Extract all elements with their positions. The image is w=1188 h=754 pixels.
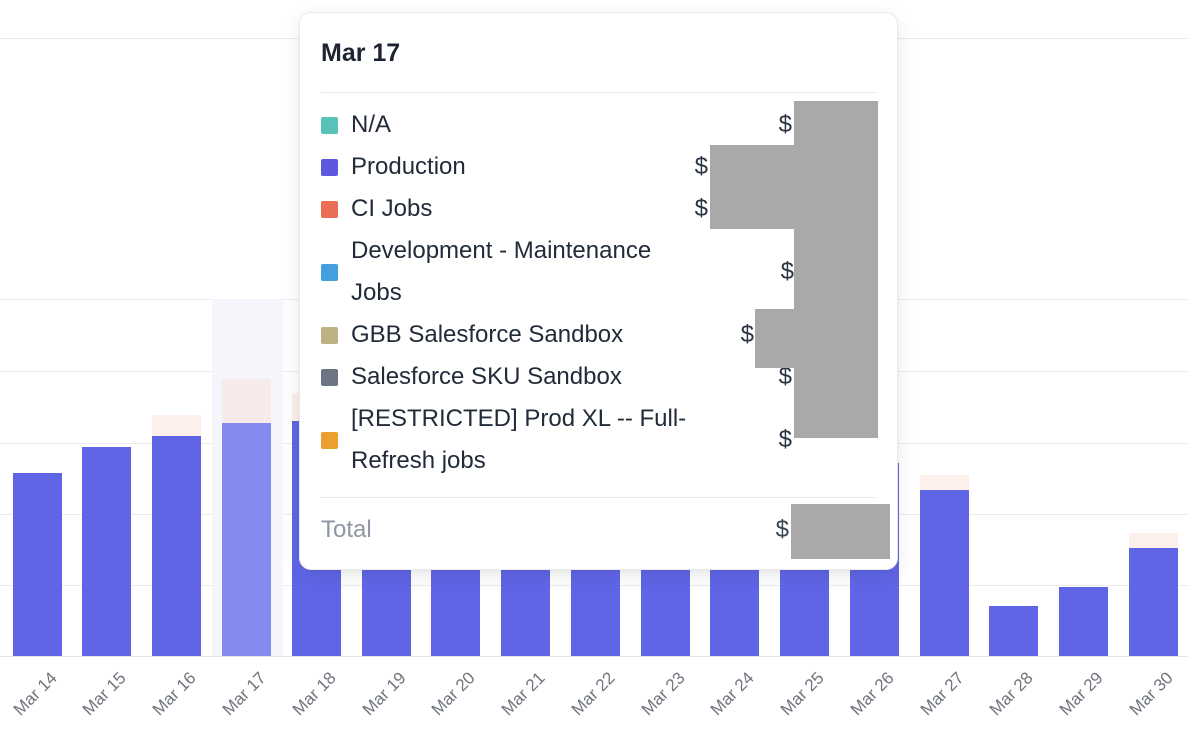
tooltip-row-label: [RESTRICTED] Prod XL -- Full-Refresh job…: [351, 398, 691, 482]
legend-swatch-icon: [321, 264, 338, 281]
bar-mar-23[interactable]: [641, 570, 690, 656]
x-tick-label-mar-17: Mar 17: [220, 669, 270, 719]
x-tick-label-mar-26: Mar 26: [848, 669, 898, 719]
legend-swatch-icon: [321, 117, 338, 134]
legend-swatch-icon: [321, 159, 338, 176]
redacted-value-box: [794, 101, 878, 438]
bar-mar-21[interactable]: [501, 570, 550, 656]
x-tick-label-mar-14: Mar 14: [11, 669, 61, 719]
redacted-value-box: [710, 145, 794, 229]
bar-segment-light-mar-16[interactable]: [152, 415, 201, 436]
x-tick-label-mar-18: Mar 18: [290, 669, 340, 719]
redacted-value-box: [791, 504, 890, 559]
tooltip-row-label: GBB Salesforce Sandbox: [351, 314, 623, 356]
x-tick-label-mar-15: Mar 15: [80, 669, 130, 719]
tooltip-row-label: Production: [351, 146, 466, 188]
tooltip-row-label: Development - Maintenance Jobs: [351, 230, 691, 314]
x-tick-label-mar-21: Mar 21: [499, 669, 549, 719]
bar-mar-29[interactable]: [1059, 587, 1108, 656]
tooltip-divider-total: [321, 497, 876, 498]
tooltip-row: [RESTRICTED] Prod XL -- Full-Refresh job…: [321, 398, 876, 482]
x-tick-label-mar-20: Mar 20: [429, 669, 479, 719]
cost-bar-chart[interactable]: Mar 14 Mar 15 Mar 16 Mar 17 Mar 18 Mar 19 Mar …: [0, 0, 1188, 754]
x-tick-label-mar-19: Mar 19: [360, 669, 410, 719]
bar-mar-22[interactable]: [571, 570, 620, 656]
bar-segment-light-mar-27[interactable]: [920, 475, 969, 490]
bar-mar-28[interactable]: [989, 606, 1038, 656]
x-tick-label-mar-24: Mar 24: [708, 669, 758, 719]
legend-swatch-icon: [321, 327, 338, 344]
chart-tooltip: Mar 17 N/A$Production$CI Jobs$Developmen…: [299, 12, 898, 570]
tooltip-title: Mar 17: [321, 39, 876, 67]
legend-swatch-icon: [321, 201, 338, 218]
tooltip-divider-top: [321, 92, 876, 93]
bar-mar-25[interactable]: [780, 570, 829, 656]
x-tick-label-mar-27: Mar 27: [918, 669, 968, 719]
x-tick-label-mar-28: Mar 28: [987, 669, 1037, 719]
tooltip-row: Development - Maintenance Jobs$: [321, 230, 876, 314]
x-tick-label-mar-30: Mar 30: [1127, 669, 1177, 719]
bar-mar-24[interactable]: [710, 570, 759, 656]
bar-mar-15[interactable]: [82, 447, 131, 656]
bar-mar-14[interactable]: [13, 473, 62, 656]
x-axis-line: [0, 656, 1188, 657]
bar-segment-light-mar-30[interactable]: [1129, 533, 1178, 548]
bar-mar-19[interactable]: [362, 570, 411, 656]
legend-swatch-icon: [321, 369, 338, 386]
x-tick-label-mar-16: Mar 16: [150, 669, 200, 719]
bar-mar-30[interactable]: [1129, 548, 1178, 656]
tooltip-row-label: N/A: [351, 104, 391, 146]
bar-mar-20[interactable]: [431, 570, 480, 656]
x-tick-label-mar-25: Mar 25: [778, 669, 828, 719]
tooltip-row: N/A$: [321, 104, 876, 146]
bar-mar-27[interactable]: [920, 490, 969, 656]
legend-swatch-icon: [321, 432, 338, 449]
bar-mar-16[interactable]: [152, 436, 201, 656]
bar-segment-light-mar-17[interactable]: [222, 379, 271, 423]
bar-mar-17[interactable]: [222, 423, 271, 656]
tooltip-row-label: Salesforce SKU Sandbox: [351, 356, 622, 398]
tooltip-total-label: Total: [321, 509, 372, 551]
x-tick-label-mar-29: Mar 29: [1057, 669, 1107, 719]
x-tick-label-mar-23: Mar 23: [639, 669, 689, 719]
tooltip-row-label: CI Jobs: [351, 188, 432, 230]
x-tick-label-mar-22: Mar 22: [569, 669, 619, 719]
redacted-value-box: [755, 309, 794, 368]
